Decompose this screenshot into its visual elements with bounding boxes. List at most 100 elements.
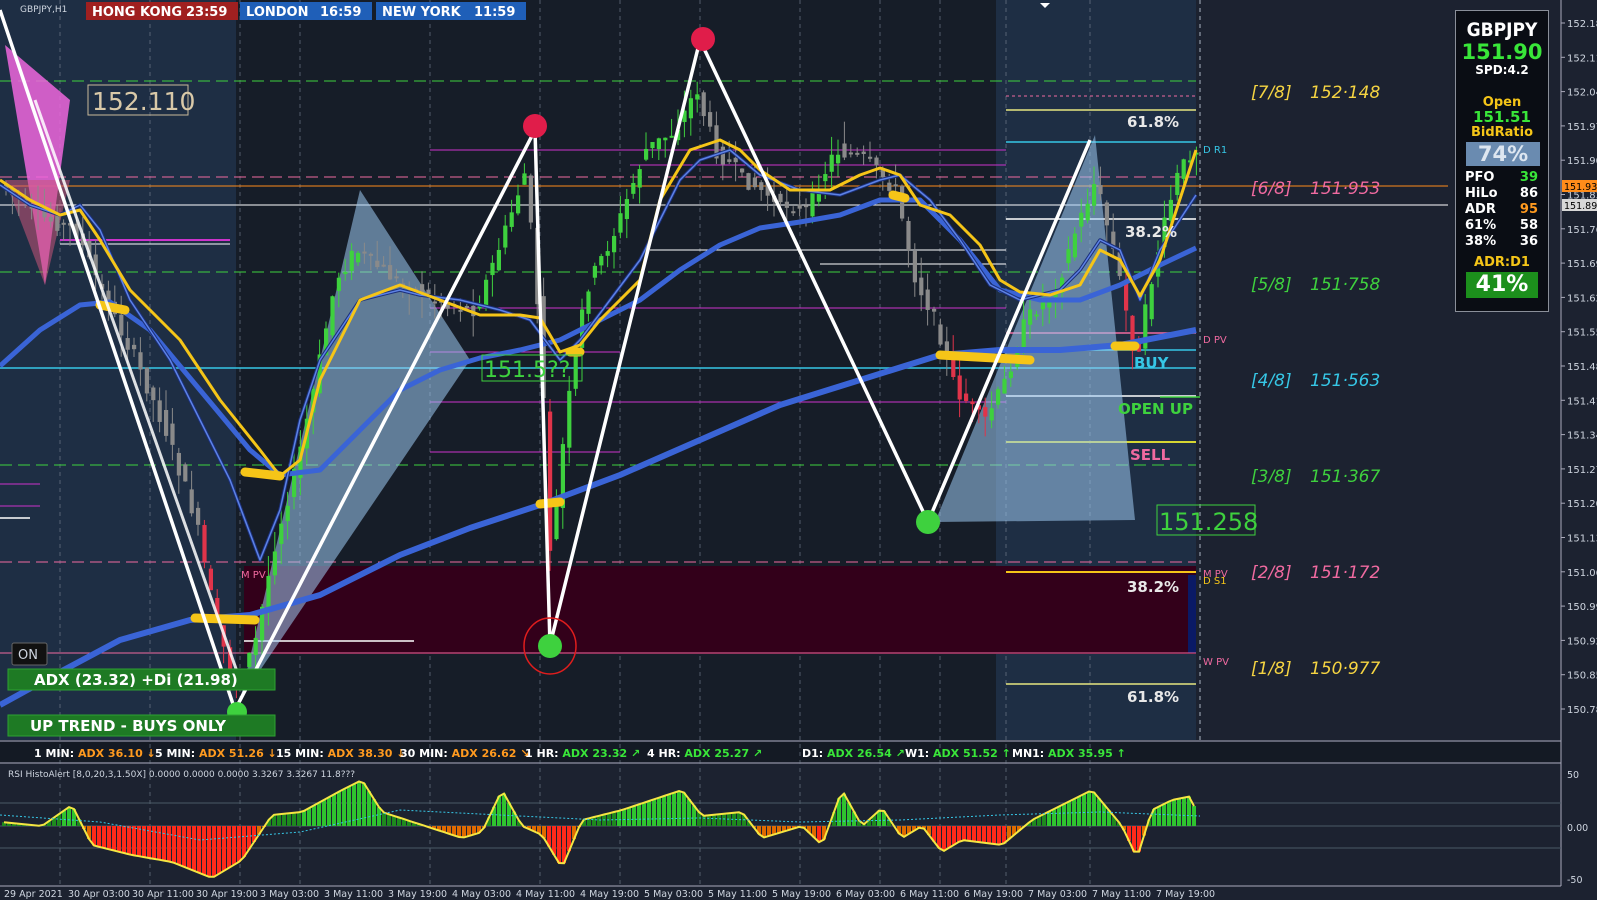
candle-body xyxy=(650,142,655,149)
panel-bidratio-value: 74% xyxy=(1466,142,1540,166)
adx-timeframe-item: W1: ADX 51.52 ↑ xyxy=(905,747,1011,760)
adx-timeframe-value: ADX 38.30 xyxy=(328,747,397,760)
candle-body xyxy=(669,135,674,138)
price-tag-label: 151.937 xyxy=(1564,182,1597,193)
rsi-bar-positive xyxy=(622,809,626,826)
rsi-bar-positive xyxy=(702,815,706,826)
adx-timeframe-item: MN1: ADX 35.95 ↑ xyxy=(1012,747,1126,760)
candle-body xyxy=(823,174,828,182)
adx-trend-arrow-icon: ↑ xyxy=(1117,747,1126,760)
price-tick-label: 151.415 xyxy=(1567,396,1597,407)
panel-price: 151.90 xyxy=(1461,40,1543,64)
rsi-bar-negative xyxy=(467,826,471,836)
candle-body xyxy=(656,138,661,150)
candle-body xyxy=(368,253,373,256)
murrey-level-label: [1/8] xyxy=(1251,659,1292,679)
candle-body xyxy=(599,256,604,266)
rsi-bar-positive xyxy=(392,815,396,826)
time-axis[interactable]: 29 Apr 2021 30 Apr 03:00 30 Apr 11:00 30 Ap… xyxy=(4,889,1215,900)
chart-canvas[interactable]: 152.110 151.5?? 151.258 61.8% 38.2% 38.2… xyxy=(0,0,1597,900)
rsi-axis-label: -50 xyxy=(1567,875,1583,886)
candle-body xyxy=(375,260,380,268)
candle-body xyxy=(644,148,649,160)
rsi-bar-positive xyxy=(292,812,296,826)
rsi-bar-negative xyxy=(197,826,201,873)
sell-label: SELL xyxy=(1130,446,1171,464)
rsi-bar-positive xyxy=(62,810,66,826)
time-tick-label: 29 Apr 2021 xyxy=(4,889,63,900)
time-tick-label: 7 May 03:00 xyxy=(1028,889,1087,900)
candle-body xyxy=(349,250,354,271)
candle-body xyxy=(394,276,399,279)
rsi-bar-negative xyxy=(982,826,986,843)
rsi-bar-negative xyxy=(207,826,211,877)
panel-stat-row: ADR 95 xyxy=(1456,202,1548,218)
murrey-level: [4/8] 151·563 xyxy=(1251,371,1380,391)
fib-low-label: 38.2% xyxy=(1127,578,1179,596)
trend-status-text: UP TREND - BUYS ONLY xyxy=(30,717,227,735)
rsi-bar-negative xyxy=(177,826,181,865)
candle-body xyxy=(695,94,700,100)
candle-body xyxy=(663,137,668,141)
candle-body xyxy=(727,159,732,162)
adx-timeframe-item: 4 HR: ADX 25.27 ↗ xyxy=(647,747,762,760)
swing-high-marker xyxy=(523,114,547,138)
rsi-bar-negative xyxy=(167,826,171,862)
candle-body xyxy=(1034,314,1039,317)
murrey-level-label: [7/8] xyxy=(1251,83,1292,103)
candle-body xyxy=(509,212,514,227)
rsi-bar-positive xyxy=(317,802,321,826)
rsi-bar-negative xyxy=(992,826,996,844)
price-tick-label: 152.115 xyxy=(1567,53,1597,64)
time-tick-label: 6 May 11:00 xyxy=(900,889,959,900)
rsi-bar-negative xyxy=(972,826,976,842)
price-axis[interactable]: 152.185 152.115 152.045 151.975 151.905 151.8… xyxy=(1561,19,1597,716)
price-tick-label: 150.995 xyxy=(1567,602,1597,613)
rsi-bar-negative xyxy=(997,826,1001,845)
price-tick-label: 151.485 xyxy=(1567,362,1597,373)
rsi-bar-positive xyxy=(662,796,666,826)
panel-adr-value: 41% xyxy=(1466,272,1538,298)
rsi-bar-negative xyxy=(942,826,946,851)
candle-body xyxy=(528,175,533,223)
rsi-bar-positive xyxy=(287,813,291,826)
rsi-bar-negative xyxy=(187,826,191,869)
candle-body xyxy=(1008,371,1013,379)
adx-timeframe-label: D1: xyxy=(802,747,827,760)
rsi-bar-negative xyxy=(1002,826,1006,844)
candle-body xyxy=(573,350,578,389)
adx-timeframe-value: ADX 26.54 xyxy=(827,747,896,760)
panel-stats: PFO 39 HiLo 86 ADR 95 61% 58 38% 36 xyxy=(1456,170,1548,250)
adx-timeframe-value: ADX 25.27 xyxy=(684,747,753,760)
rsi-bar-positive xyxy=(652,799,656,826)
time-tick-label: 4 May 03:00 xyxy=(452,889,511,900)
rsi-bar-positive xyxy=(612,812,616,826)
rsi-bar-negative xyxy=(112,826,116,851)
candle-body xyxy=(484,279,489,306)
candle-body xyxy=(752,177,757,188)
adx-timeframe-item: 1 MIN: ADX 36.10 ↓ xyxy=(34,747,156,760)
open-up-label: OPEN UP xyxy=(1118,400,1193,418)
rsi-bar-positive xyxy=(1082,794,1086,826)
adx-timeframe-text: 15 MIN: ADX 38.30 ↓ xyxy=(276,747,405,760)
rsi-bar-positive xyxy=(717,814,721,826)
rsi-axis-label: 50 xyxy=(1567,770,1579,781)
candle-body xyxy=(624,199,629,220)
fib-top-label: 61.8% xyxy=(1127,113,1179,131)
candle-body xyxy=(490,262,495,276)
fib-bottom-label: 61.8% xyxy=(1127,688,1179,706)
adx-status-text: ADX (23.32) +Di (21.98) xyxy=(34,671,238,689)
candle-body xyxy=(733,157,738,163)
adx-timeframe-text: 5 MIN: ADX 51.26 ↓ xyxy=(155,747,277,760)
candle-body xyxy=(1085,203,1090,221)
candle-body xyxy=(132,344,137,350)
adx-timeframe-text: 30 MIN: ADX 26.62 ↘ xyxy=(400,747,529,760)
time-tick-label: 7 May 11:00 xyxy=(1092,889,1151,900)
price-tick-label: 151.975 xyxy=(1567,122,1597,133)
candle-body xyxy=(432,301,437,304)
rsi-bar-negative xyxy=(142,826,146,858)
rsi-bar-positive xyxy=(707,815,711,826)
adx-trend-arrow-icon: ↗ xyxy=(753,747,762,760)
candle-body xyxy=(247,652,252,667)
price-tick-label: 151.765 xyxy=(1567,225,1597,236)
